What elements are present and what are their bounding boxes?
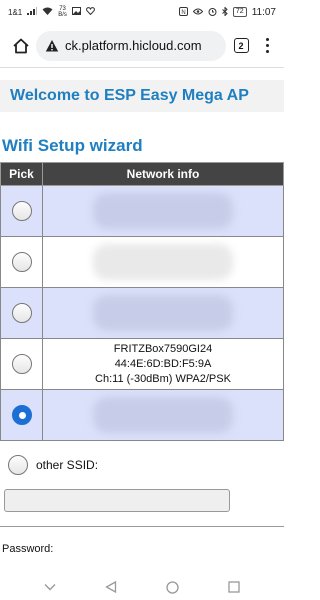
back-icon[interactable] (105, 581, 117, 593)
network-info: FRITZBox7590GI24 44:4E:6D:BD:F5:9A Ch:11… (42, 338, 284, 390)
blurred-network-info (93, 397, 233, 433)
tab-count: 2 (233, 38, 249, 53)
collapse-icon[interactable] (44, 583, 56, 591)
blurred-network-info (93, 193, 233, 229)
blurred-network-info (93, 244, 233, 280)
battery-indicator: 72 (232, 7, 247, 17)
divider (0, 526, 284, 527)
pick-column-header: Pick (0, 162, 43, 186)
home-icon[interactable] (6, 31, 36, 61)
network-ssid: FRITZBox7590GI24 (113, 342, 213, 355)
signal-icon (27, 7, 38, 17)
table-header-row: Pick Network info (0, 162, 284, 186)
home-circle-icon[interactable] (166, 580, 179, 594)
network-details: Ch:11 (-30dBm) WPA2/PSK (95, 372, 231, 385)
svg-text:N: N (181, 9, 185, 15)
network-bssid: 44:4E:6D:BD:F5:9A (114, 357, 212, 370)
network-radio-5[interactable] (11, 405, 32, 425)
table-row: FRITZBox7590GI24 44:4E:6D:BD:F5:9A Ch:11… (0, 338, 284, 390)
recent-apps-icon[interactable] (227, 581, 240, 593)
browser-toolbar: ck.platform.hicloud.com 2 (0, 24, 284, 68)
network-radio-2[interactable] (11, 252, 32, 272)
carrier-label: 1&1 (8, 7, 23, 17)
eye-icon (192, 8, 204, 17)
address-bar[interactable]: ck.platform.hicloud.com (36, 30, 226, 61)
heart-icon (86, 7, 95, 17)
status-bar: 1&1 73 B/s N 72 11:07 (0, 0, 284, 24)
other-ssid-label: other SSID: (36, 458, 99, 472)
header-banner: Welcome to ESP Easy Mega AP (0, 80, 284, 112)
wifi-network-table: Pick Network info FRITZBox7590GI24 44:4E… (0, 162, 284, 441)
section-title: Wifi Setup wizard (2, 136, 143, 155)
ssid-input[interactable] (4, 489, 230, 512)
bluetooth-icon (222, 5, 228, 18)
table-row (0, 236, 284, 288)
system-nav-bar (0, 574, 284, 600)
network-radio-1[interactable] (11, 201, 32, 221)
alarm-icon (208, 7, 217, 18)
blurred-network-info (93, 295, 233, 331)
password-label: Password: (2, 543, 54, 555)
network-speed: 73 B/s (58, 6, 67, 18)
other-ssid-radio[interactable] (8, 455, 28, 475)
network-radio-3[interactable] (11, 303, 32, 323)
image-icon (71, 7, 81, 17)
other-ssid-option[interactable]: other SSID: (8, 455, 284, 475)
page-title: Welcome to ESP Easy Mega AP (10, 87, 249, 104)
nfc-icon: N (178, 6, 188, 18)
clock: 11:07 (251, 6, 276, 18)
network-radio-4[interactable] (11, 354, 32, 374)
wifi-icon (42, 7, 53, 17)
tab-switcher-button[interactable]: 2 (226, 31, 256, 61)
url-text[interactable]: ck.platform.hicloud.com (65, 38, 202, 53)
table-row (0, 389, 284, 441)
table-row (0, 185, 284, 237)
network-speed-unit: B/s (58, 12, 67, 18)
warning-icon[interactable] (45, 39, 59, 53)
more-options-icon[interactable] (256, 31, 278, 61)
network-info-column-header: Network info (42, 162, 284, 186)
table-row (0, 287, 284, 339)
